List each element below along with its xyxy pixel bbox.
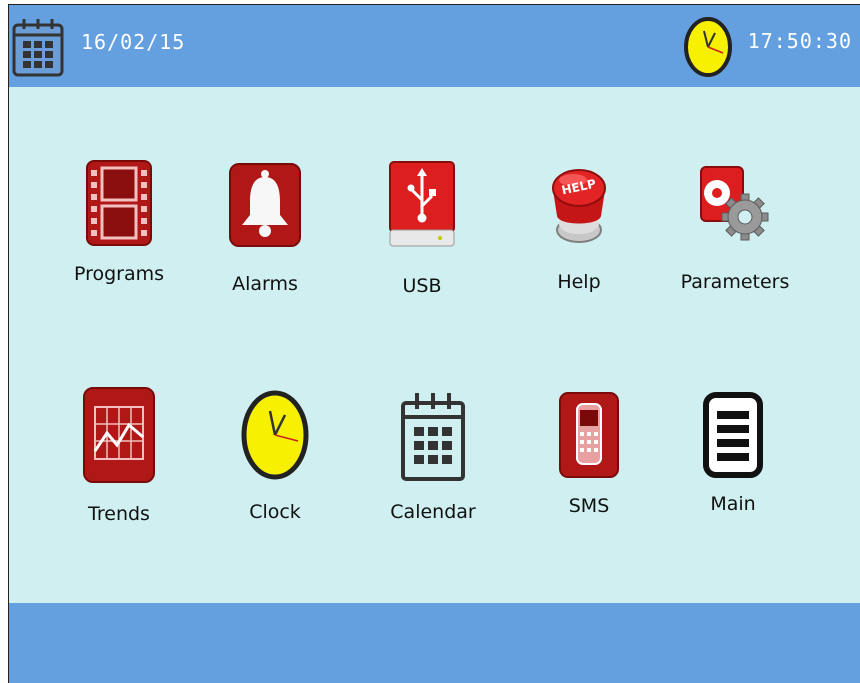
menu-item-calendar[interactable]: Calendar [363, 385, 503, 535]
menu-item-label: Alarms [232, 273, 298, 295]
gear-drive-icon [665, 155, 805, 255]
menu-item-programs[interactable]: Programs [49, 153, 189, 303]
phone-icon [519, 385, 659, 485]
menu-item-alarms[interactable]: Alarms [195, 155, 335, 305]
menu-item-trends[interactable]: Trends [49, 385, 189, 535]
menu-item-label: Parameters [680, 271, 790, 293]
menu-item-label: Programs [73, 263, 165, 285]
bottom-bar [9, 603, 860, 683]
menu-item-parameters[interactable]: Parameters [665, 155, 805, 305]
menu-item-label: Help [557, 271, 601, 293]
bell-icon [195, 155, 335, 255]
calendar-icon [363, 385, 503, 485]
menu-item-label: Calendar [390, 501, 476, 523]
current-time: 17:50:30 [747, 29, 852, 53]
help-button-icon: HELP [509, 155, 649, 255]
menu-item-label: Clock [249, 501, 301, 523]
usb-drive-icon [352, 155, 492, 255]
film-icon [49, 153, 189, 253]
menu-item-help[interactable]: HELP Help [509, 155, 649, 305]
top-bar: 16/02/15 17:50:30 [9, 5, 860, 87]
document-icon [663, 385, 803, 485]
menu-item-label: SMS [568, 495, 610, 517]
trend-chart-icon [49, 385, 189, 485]
menu-item-main[interactable]: Main [663, 385, 803, 535]
current-date: 16/02/15 [81, 30, 186, 54]
calendar-icon[interactable] [11, 11, 65, 79]
menu-item-label: Trends [88, 503, 150, 525]
clock-icon[interactable] [683, 13, 733, 79]
menu-item-label: USB [402, 275, 442, 297]
menu-item-usb[interactable]: USB [352, 155, 492, 305]
menu-item-label: Main [710, 493, 756, 515]
menu-item-clock[interactable]: Clock [205, 383, 345, 533]
clock-icon [205, 383, 345, 483]
hmi-screen: 16/02/15 17:50:30 Programs Alarms USB HE… [8, 4, 860, 683]
menu-item-sms[interactable]: SMS [519, 385, 659, 535]
